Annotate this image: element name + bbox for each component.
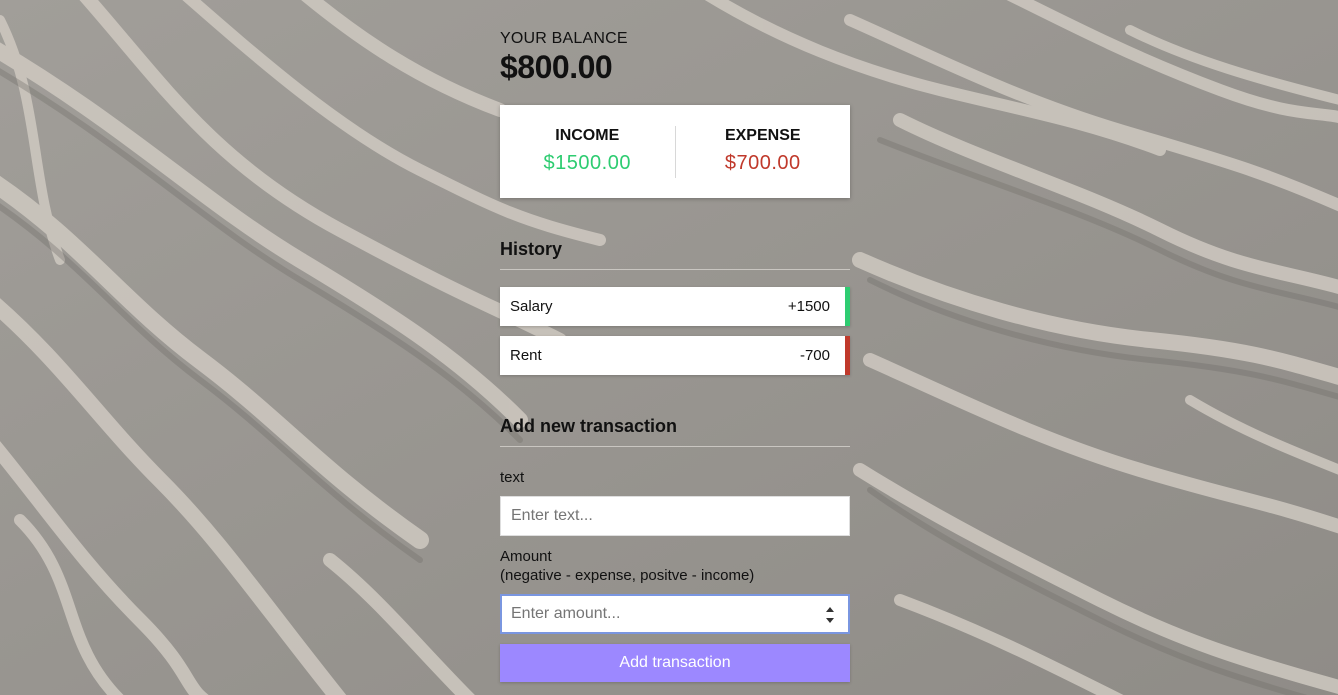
text-input[interactable]: Enter text...: [500, 496, 850, 536]
amount-field-label: Amount (negative - expense, positve - in…: [500, 547, 850, 585]
transaction-text: Salary: [510, 298, 553, 315]
transaction-list: Salary +1500 Rent -700: [500, 287, 850, 375]
list-item[interactable]: Salary +1500: [500, 287, 850, 326]
list-item[interactable]: Rent -700: [500, 336, 850, 375]
balance-amount: $800.00: [500, 49, 613, 85]
income-value: $1500.00: [543, 151, 631, 174]
text-field-label: text: [500, 469, 525, 486]
expense-column: EXPENSE $700.00: [676, 126, 851, 178]
expense-tracker-container: YOUR BALANCE $800.00 INCOME $1500.00 EXP…: [500, 28, 850, 682]
add-transaction-title: Add new transaction: [500, 415, 850, 447]
balance-label: YOUR BALANCE: [500, 30, 628, 47]
spinner-up-icon[interactable]: [825, 607, 834, 612]
expense-label: EXPENSE: [724, 126, 801, 144]
spinner-down-icon[interactable]: [825, 618, 834, 623]
income-expense-card: INCOME $1500.00 EXPENSE $700.00: [500, 105, 850, 198]
expense-value: $700.00: [724, 151, 801, 174]
amount-label-text: Amount: [500, 548, 552, 565]
amount-input[interactable]: Enter amount...: [500, 594, 850, 634]
income-label: INCOME: [555, 126, 620, 144]
amount-placeholder: Enter amount...: [511, 605, 621, 622]
transaction-amount: +1500: [787, 298, 830, 315]
income-column: INCOME $1500.00: [500, 125, 676, 178]
add-transaction-button[interactable]: Add transaction: [500, 644, 850, 682]
number-spinner-icon[interactable]: [825, 607, 834, 623]
transaction-text: Rent: [510, 347, 542, 364]
amount-hint-text: (negative - expense, positve - income): [500, 567, 755, 584]
transaction-amount: -700: [799, 347, 830, 364]
history-title: History: [500, 238, 850, 270]
